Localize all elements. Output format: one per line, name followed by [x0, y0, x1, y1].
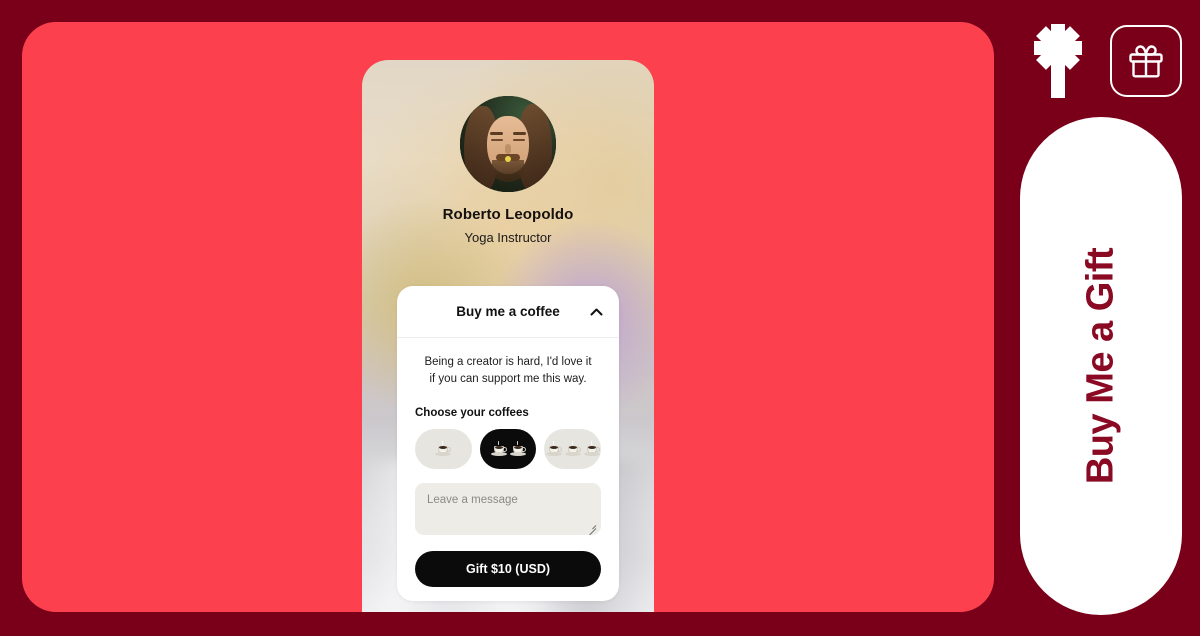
coffee-cup-icon	[564, 441, 581, 457]
coffee-cup-icon	[435, 441, 452, 457]
support-blurb: Being a creator is hard, I'd love it if …	[424, 356, 592, 385]
avatar	[460, 96, 556, 192]
coffee-option-three[interactable]	[544, 429, 602, 470]
phone-mockup: Roberto Leopoldo Yoga Instructor Buy me …	[362, 60, 654, 612]
card-header-toggle[interactable]: Buy me a coffee	[397, 286, 619, 338]
profile-name: Roberto Leopoldo	[442, 206, 574, 223]
coral-backdrop-panel: Roberto Leopoldo Yoga Instructor Buy me …	[22, 22, 994, 612]
coffee-cup-icon	[583, 441, 600, 457]
brand-logo-row	[1020, 22, 1182, 100]
gift-icon	[1110, 25, 1182, 97]
profile-header: Roberto Leopoldo Yoga Instructor	[362, 96, 654, 245]
card-body: Being a creator is hard, I'd love it if …	[397, 338, 619, 588]
buy-me-a-gift-pill: Buy Me a Gift	[1020, 117, 1182, 615]
message-input[interactable]: Leave a message	[415, 483, 601, 536]
coffee-option-two[interactable]	[479, 429, 537, 470]
profile-role: Yoga Instructor	[464, 230, 552, 245]
asterisk-logo-icon	[1020, 22, 1096, 100]
card-title: Buy me a coffee	[456, 304, 560, 319]
resize-handle-icon[interactable]	[587, 522, 597, 536]
coffee-cup-icon	[490, 441, 507, 457]
buy-me-a-coffee-card: Buy me a coffee Being a creator is hard,…	[397, 286, 619, 602]
coffee-cup-icon	[509, 441, 526, 457]
coffee-option-one[interactable]	[415, 429, 472, 470]
gift-submit-button[interactable]: Gift $10 (USD)	[415, 551, 601, 588]
pill-label: Buy Me a Gift	[1079, 247, 1122, 485]
coffee-options-group	[415, 429, 602, 470]
coffee-cup-icon	[545, 441, 562, 457]
message-placeholder: Leave a message	[427, 494, 518, 507]
chevron-up-icon[interactable]	[590, 305, 603, 318]
choose-coffees-label: Choose your coffees	[415, 407, 529, 420]
